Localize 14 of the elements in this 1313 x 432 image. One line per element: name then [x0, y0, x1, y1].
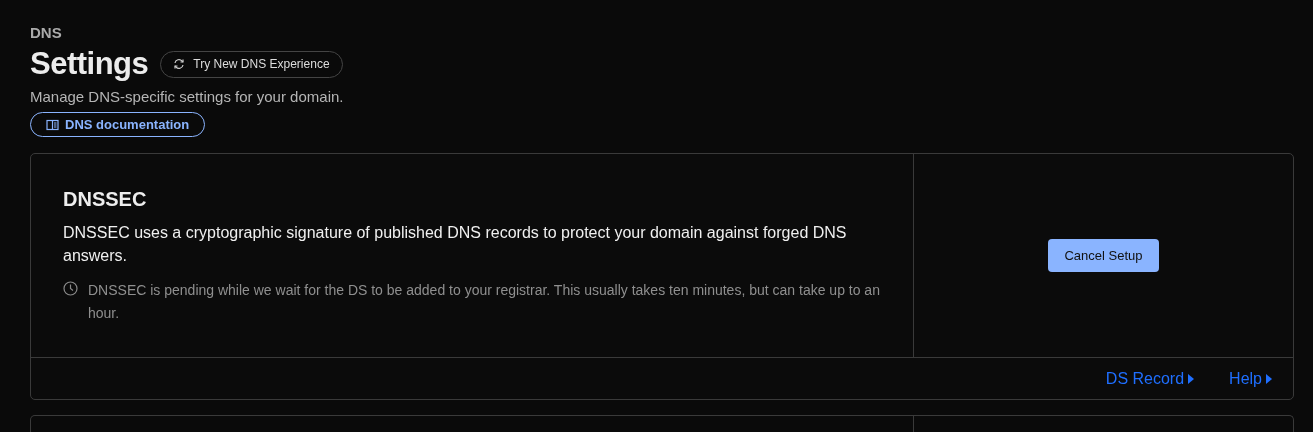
breadcrumb: DNS — [30, 24, 63, 42]
page-title: Settings — [30, 46, 149, 82]
pending-note: DNSSEC is pending while we wait for the DS to be added to your registrar. This usually takes ten minutes, but can take up to an hour. — [88, 281, 881, 323]
page-description: Manage DNS-specific settings for your domain. — [30, 88, 345, 106]
clock-icon — [63, 281, 78, 296]
card-description: DNSSEC uses a cryptographic signature of published DNS records to protect your domain against forged DNS answers. — [63, 223, 848, 266]
footer-link[interactable]: Help — [1229, 369, 1273, 388]
footer-link[interactable]: DS Record — [1105, 369, 1196, 388]
refresh-icon — [173, 58, 186, 70]
cancel-setup-button[interactable]: Cancel Setup — [1048, 239, 1159, 272]
book-icon — [46, 118, 59, 131]
caret-icon — [1187, 372, 1196, 385]
card-title: DNSSEC — [63, 188, 148, 211]
caret-icon — [1265, 372, 1273, 385]
